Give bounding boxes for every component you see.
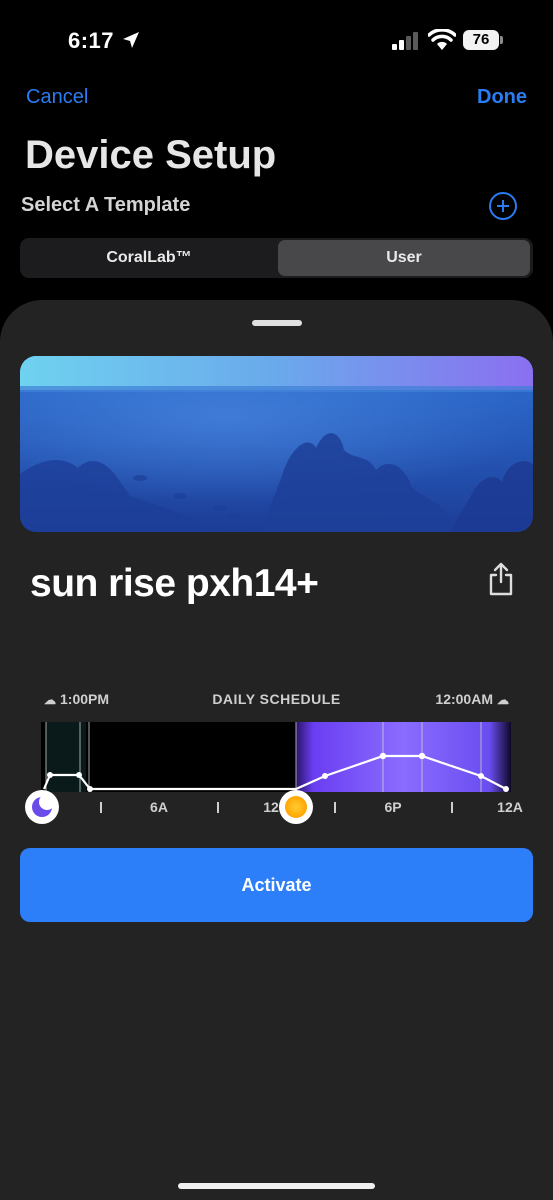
- add-template-icon[interactable]: [489, 192, 517, 220]
- schedule-end-label: 12:00AM: [435, 691, 493, 707]
- wifi-icon: [428, 29, 456, 50]
- tick-label-6a: 6A: [150, 799, 168, 815]
- battery-icon: 76: [463, 30, 499, 50]
- section-subtitle: Select A Template: [21, 194, 191, 216]
- battery-tip: [500, 36, 503, 44]
- sheet-grabber[interactable]: [252, 320, 302, 326]
- tick-label-12: 12: [263, 799, 279, 815]
- template-name: sun rise pxh14+: [30, 562, 319, 605]
- cancel-button[interactable]: Cancel: [26, 86, 88, 109]
- done-button[interactable]: Done: [477, 86, 527, 109]
- reef-hero-image: [20, 356, 533, 532]
- page-title: Device Setup: [25, 133, 277, 177]
- template-sheet: sun rise pxh14+ ☁ 1:00PM DAILY SCHEDULE 1…: [0, 300, 553, 1200]
- tick-label-12a: 12A: [497, 799, 523, 815]
- segment-coralab[interactable]: CoralLab™: [22, 240, 276, 276]
- status-bar: 6:17 76: [0, 0, 553, 80]
- home-indicator: [178, 1183, 375, 1189]
- tick-label-6p: 6P: [384, 799, 402, 815]
- activate-button[interactable]: Activate: [20, 848, 533, 922]
- schedule-end-time: 12:00AM ☁: [435, 691, 509, 707]
- share-icon[interactable]: [488, 562, 514, 596]
- sun-handle-icon: [279, 790, 313, 824]
- battery-level: 76: [472, 31, 490, 48]
- segment-user[interactable]: User: [278, 240, 530, 276]
- sunset-icon: ☁: [497, 693, 509, 707]
- cellular-signal-icon: [392, 32, 418, 50]
- status-time: 6:17: [68, 28, 115, 53]
- location-arrow-icon: [123, 32, 139, 48]
- moon-handle-icon: [25, 790, 59, 824]
- template-segmented-control: CoralLab™ User: [20, 238, 533, 278]
